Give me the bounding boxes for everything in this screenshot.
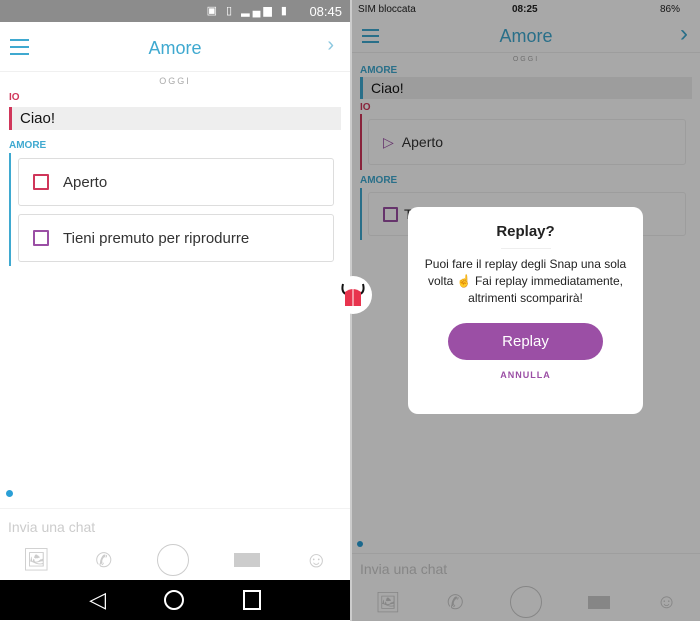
image-icon[interactable]: 🖼 (22, 547, 50, 573)
snap-item[interactable]: Tieni premuto per riprodurre (18, 214, 334, 262)
recents-icon[interactable] (242, 590, 261, 610)
status-icons: ▣ ▯ ▂▄▆ ▮ (206, 5, 290, 17)
sender-label: AMORE (9, 140, 47, 151)
chevron-right-icon[interactable]: › (327, 34, 334, 57)
logo-badge (334, 276, 372, 314)
thread-bar (9, 153, 11, 266)
home-icon[interactable] (164, 590, 185, 610)
phone-icon[interactable]: ✆ (95, 548, 112, 573)
cancel-button[interactable]: ANNULLA (408, 370, 643, 380)
day-label: OGGI (159, 76, 191, 86)
sender-label: IO (9, 92, 20, 103)
chat-title: Amore (148, 38, 202, 58)
status-bar: 08:45 ▣ ▯ ▂▄▆ ▮ (0, 0, 350, 22)
status-time: 08:45 (309, 4, 342, 19)
camera-shutter-button[interactable] (157, 544, 190, 576)
snap-label: Tieni premuto per riprodurre (63, 229, 250, 247)
divider (500, 248, 551, 249)
snap-square-icon (33, 174, 49, 190)
dialog-body: Puoi fare il replay degli Snap una sola … (424, 257, 627, 305)
message-bubble: Ciao! (9, 107, 341, 130)
header: Amore › (0, 22, 350, 72)
chat-input[interactable]: Invia una chat (8, 519, 95, 535)
ios-screen: SIM bloccata 08:25 86% Amore › OGGI AMOR… (352, 0, 700, 621)
nav-bar: ◁ (0, 580, 350, 620)
helmet-logo-icon (341, 283, 365, 306)
snap-label: Aperto (63, 173, 108, 191)
replay-button[interactable]: Replay (448, 323, 603, 360)
dialog-title: Replay? (496, 223, 555, 240)
replay-dialog: Replay? Puoi fare il replay degli Snap u… (408, 207, 643, 414)
toolbar: 🖼 ✆ ☺ (0, 542, 350, 578)
back-icon[interactable]: ◁ (89, 587, 106, 613)
divider (0, 508, 350, 509)
emoji-icon[interactable]: ☺ (305, 547, 327, 573)
android-screen: 08:45 ▣ ▯ ▂▄▆ ▮ Amore › OGGI IO Ciao! AM… (0, 0, 350, 621)
snap-square-icon (33, 230, 49, 246)
video-icon[interactable] (234, 553, 261, 567)
snap-item[interactable]: Aperto (18, 158, 334, 206)
typing-dot (6, 490, 13, 497)
